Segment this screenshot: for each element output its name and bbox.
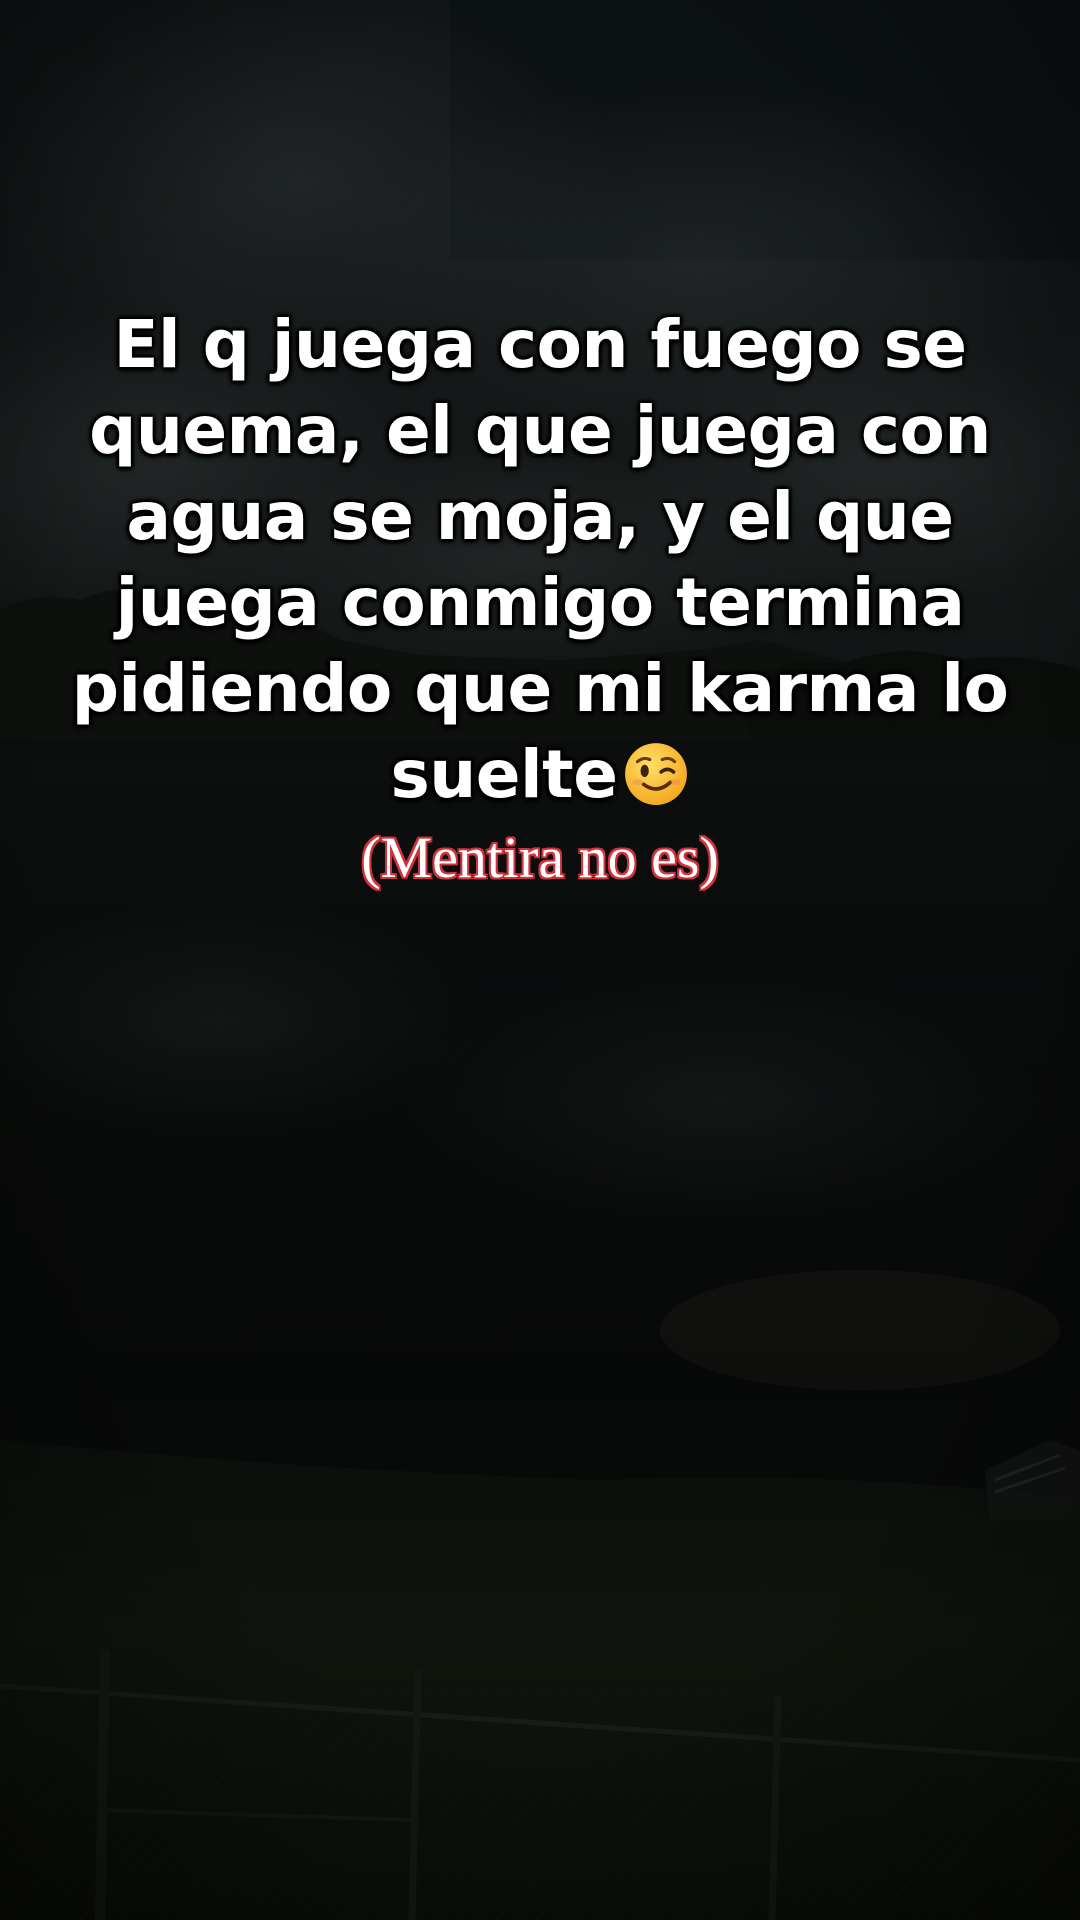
- main-caption: El q juega con fuego se quema, el que ju…: [60, 302, 1020, 818]
- background-landscape: [0, 0, 1080, 1920]
- winking-face-icon: [623, 741, 689, 807]
- sub-caption: (Mentira no es): [361, 825, 719, 890]
- main-caption-text: El q juega con fuego se quema, el que ju…: [71, 306, 1009, 813]
- video-frame: El q juega con fuego se quema, el que ju…: [0, 0, 1080, 1920]
